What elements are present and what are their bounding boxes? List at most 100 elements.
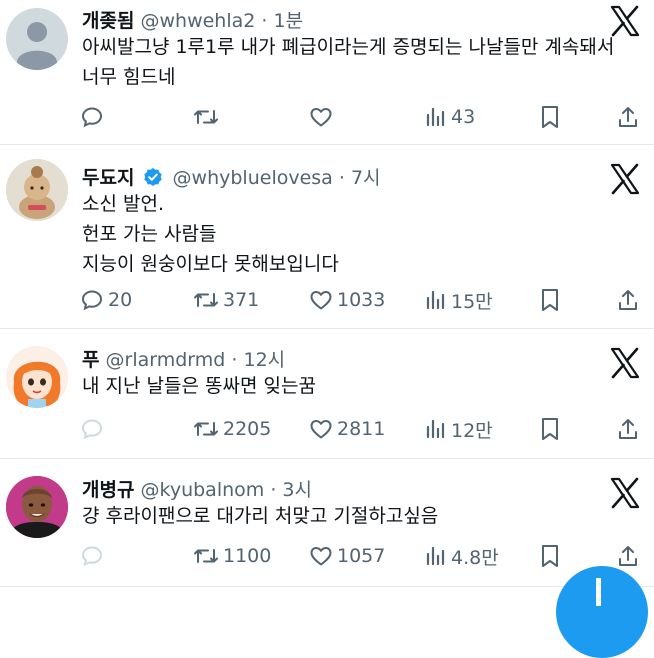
like-button[interactable]	[309, 100, 337, 134]
tweet-line: 지능이 원숭이보다 못해보입니다	[82, 253, 339, 275]
reply-icon	[81, 107, 103, 128]
x-logo-icon	[610, 163, 640, 195]
timestamp[interactable]: 3시	[282, 479, 312, 501]
reply-button[interactable]	[80, 100, 108, 134]
tweet-4[interactable]: 개병규 @kyubalnom · 3시 걍 후라이팬으로 대가리 처맞고 기절하…	[0, 459, 654, 587]
reply-icon	[81, 546, 103, 567]
tweet-text: 소신 발언. 헌포 가는 사람들 지능이 원숭이보다 못해보입니다	[82, 189, 339, 279]
view-count: 43	[451, 106, 476, 128]
share-icon	[619, 290, 637, 310]
compose-button[interactable]	[556, 566, 648, 658]
like-count: 2811	[337, 418, 386, 440]
heart-icon	[310, 547, 332, 566]
avatar-image	[6, 159, 68, 221]
views-icon	[426, 419, 445, 439]
tweet-header: 개병규 @kyubalnom · 3시	[82, 475, 312, 502]
retweet-icon	[194, 422, 218, 436]
verified-badge-icon[interactable]	[143, 167, 163, 187]
avatar[interactable]	[6, 346, 68, 408]
display-name[interactable]: 개좆됨	[82, 10, 134, 32]
bookmark-icon	[542, 289, 558, 311]
view-count: 12만	[451, 419, 493, 442]
share-button[interactable]	[616, 283, 640, 317]
heart-icon	[310, 108, 332, 127]
view-count: 15만	[451, 290, 493, 313]
tweet-line: 헌포 가는 사람들	[82, 223, 217, 245]
reply-count: 20	[108, 289, 133, 311]
views-icon	[426, 546, 445, 566]
timestamp[interactable]: 1분	[274, 10, 304, 32]
timestamp[interactable]: 12시	[244, 349, 286, 371]
avatar-image	[6, 346, 68, 408]
display-name[interactable]: 푸	[82, 349, 99, 371]
views-icon	[426, 290, 445, 310]
tweet-header: 푸 @rlarmdrmd · 12시	[82, 345, 285, 372]
tweet-text: 내 지난 날들은 똥싸면 잊는꿈	[82, 371, 316, 401]
views-button[interactable]: 43	[425, 100, 475, 134]
avatar[interactable]	[6, 159, 68, 221]
views-button[interactable]: 15만	[425, 283, 493, 317]
default-avatar-icon	[17, 22, 57, 70]
retweet-button[interactable]	[193, 100, 223, 134]
tweet-line: 너무 힘드네	[82, 66, 176, 88]
tweet-line: 내 지난 날들은 똥싸면 잊는꿈	[82, 375, 316, 397]
share-button[interactable]	[616, 100, 640, 134]
retweet-icon	[194, 293, 218, 307]
retweet-count: 1100	[223, 545, 272, 567]
share-button[interactable]	[616, 539, 640, 573]
bookmark-icon	[542, 545, 558, 567]
avatar[interactable]	[6, 476, 68, 538]
action-bar: 2205 2811 12만	[0, 412, 654, 446]
separator-dot: ·	[261, 10, 268, 32]
share-icon	[619, 107, 637, 127]
like-count: 1057	[337, 545, 386, 567]
share-icon	[619, 546, 637, 566]
separator-dot: ·	[270, 479, 277, 501]
reply-icon	[81, 290, 103, 311]
reply-button[interactable]	[80, 539, 108, 573]
avatar-image	[6, 476, 68, 538]
retweet-button[interactable]: 371	[193, 283, 259, 317]
bookmark-button[interactable]	[539, 100, 561, 134]
timestamp[interactable]: 7시	[351, 167, 381, 189]
retweet-icon	[194, 549, 218, 563]
tweet-text: 걍 후라이팬으로 대가리 처맞고 기절하고싶음	[82, 501, 438, 531]
like-button[interactable]: 2811	[309, 412, 385, 446]
views-icon	[426, 107, 445, 127]
display-name[interactable]: 개병규	[82, 479, 134, 501]
x-logo-icon	[610, 347, 640, 379]
like-count: 1033	[337, 289, 386, 311]
retweet-button[interactable]: 2205	[193, 412, 271, 446]
bookmark-button[interactable]	[539, 283, 561, 317]
share-icon	[619, 419, 637, 439]
bookmark-button[interactable]	[539, 412, 561, 446]
view-count: 4.8만	[451, 546, 499, 569]
like-button[interactable]: 1057	[309, 539, 385, 573]
action-bar: 1100 1057 4.8만	[0, 539, 654, 573]
user-handle[interactable]: @rlarmdrmd	[106, 349, 226, 371]
views-button[interactable]: 4.8만	[425, 539, 499, 573]
bookmark-icon	[542, 106, 558, 128]
retweet-count: 2205	[223, 418, 272, 440]
tweet-3[interactable]: 푸 @rlarmdrmd · 12시 내 지난 날들은 똥싸면 잊는꿈 2205…	[0, 329, 654, 459]
tweet-1[interactable]: 개좆됨 @whwehla2 · 1분 아씨발그냥 1루1루 내가 폐급이라는게 …	[0, 0, 654, 145]
display-name[interactable]: 두됴지	[82, 167, 134, 189]
reply-button[interactable]	[80, 412, 108, 446]
separator-dot: ·	[231, 349, 238, 371]
user-handle[interactable]: @whybluelovesa	[173, 167, 333, 189]
tweet-line: 아씨발그냥 1루1루 내가 폐급이라는게 증명되는 나날들만 계속돼서	[82, 36, 615, 58]
separator-dot: ·	[338, 167, 345, 189]
views-button[interactable]: 12만	[425, 412, 493, 446]
tweet-text: 아씨발그냥 1루1루 내가 폐급이라는게 증명되는 나날들만 계속돼서 너무 힘…	[82, 32, 614, 92]
avatar[interactable]	[6, 8, 68, 70]
retweet-button[interactable]: 1100	[193, 539, 271, 573]
bookmark-button[interactable]	[539, 539, 561, 573]
like-button[interactable]: 1033	[309, 283, 385, 317]
user-handle[interactable]: @whwehla2	[141, 10, 256, 32]
action-bar: 43	[0, 100, 654, 134]
tweet-2[interactable]: 두됴지 @whybluelovesa · 7시 소신 발언. 헌포 가는 사람들…	[0, 145, 654, 329]
reply-button[interactable]: 20	[80, 283, 132, 317]
share-button[interactable]	[616, 412, 640, 446]
user-handle[interactable]: @kyubalnom	[141, 479, 265, 501]
retweet-icon	[194, 110, 218, 124]
